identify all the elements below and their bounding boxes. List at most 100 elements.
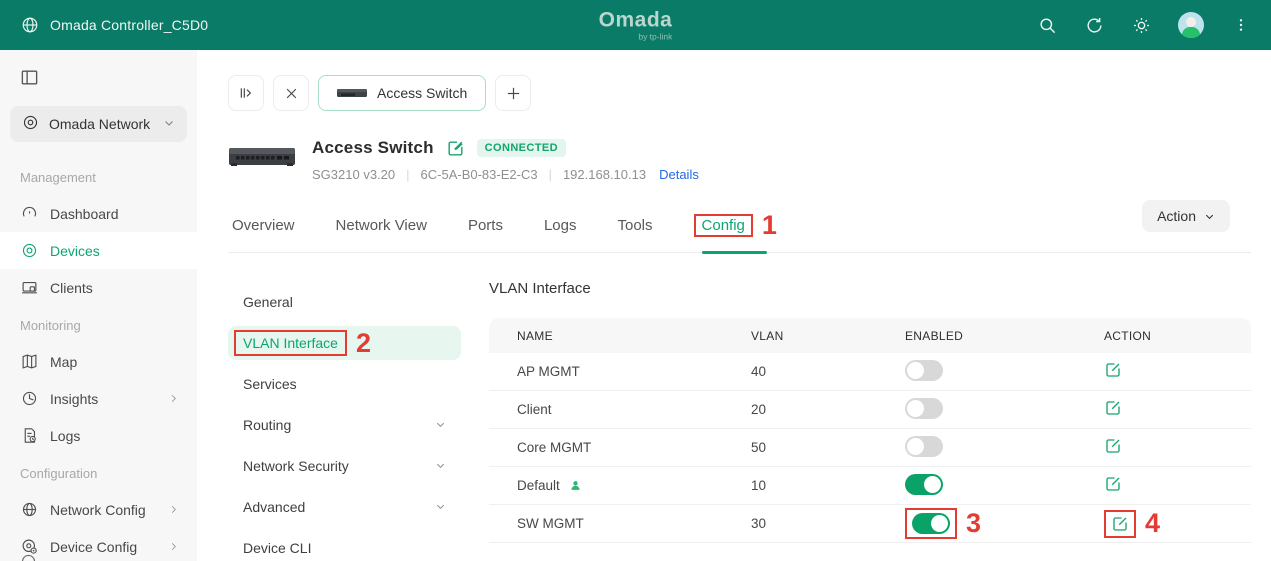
- enabled-toggle[interactable]: [905, 435, 943, 457]
- expand-panel-button[interactable]: [228, 75, 264, 111]
- tab-overview[interactable]: Overview: [232, 217, 295, 234]
- col-enabled: ENABLED: [905, 328, 964, 343]
- enabled-toggle[interactable]: [912, 513, 950, 534]
- subnav-item-advanced[interactable]: Advanced: [228, 490, 461, 524]
- col-action: ACTION: [1104, 328, 1152, 343]
- close-tab-button[interactable]: [273, 75, 309, 111]
- chevron-right-icon: [168, 539, 179, 555]
- clients-icon: [20, 279, 38, 297]
- site-selector[interactable]: Omada Network: [10, 106, 187, 142]
- tab-network-view[interactable]: Network View: [336, 217, 427, 234]
- edit-action-icon[interactable]: [1104, 399, 1122, 417]
- table-row: Core MGMT 50: [489, 429, 1251, 467]
- controller-title: Omada Controller_C5D0: [50, 17, 209, 33]
- device-ip: 192.168.10.13: [562, 167, 647, 182]
- device-header: Access Switch CONNECTED SG3210 v3.20 | 6…: [228, 138, 1251, 182]
- table-row: Default 10: [489, 467, 1251, 505]
- sidebar-item-insights[interactable]: Insights: [0, 380, 197, 417]
- sidebar: Omada Network Management Dashboard Devic…: [0, 50, 197, 561]
- config-subnav: General VLAN Interface 2 Services Routin…: [228, 274, 461, 561]
- annotation-box-2: VLAN Interface: [234, 330, 347, 356]
- main-panel: Access Switch Access Switch CONNECTED SG…: [197, 50, 1271, 561]
- chevron-down-icon: [435, 458, 446, 474]
- tab-logs[interactable]: Logs: [544, 217, 577, 234]
- col-vlan: VLAN: [751, 328, 784, 343]
- enabled-toggle[interactable]: [905, 359, 943, 381]
- sidebar-item-dashboard[interactable]: Dashboard: [0, 195, 197, 232]
- chevron-down-icon: [1205, 214, 1214, 219]
- table-row: Client 20: [489, 391, 1251, 429]
- edit-action-icon[interactable]: [1104, 475, 1122, 493]
- chevron-down-icon: [435, 417, 446, 433]
- chevron-right-icon: [168, 391, 179, 407]
- brightness-icon[interactable]: [1131, 15, 1151, 35]
- devices-icon: [20, 242, 38, 260]
- subnav-item-network-security[interactable]: Network Security: [228, 449, 461, 483]
- edit-action-icon[interactable]: [1111, 515, 1129, 533]
- section-label-management: Management: [20, 170, 96, 185]
- tab-config[interactable]: Config: [702, 217, 745, 234]
- subnav-item-vlan-interface[interactable]: VLAN Interface 2: [228, 326, 461, 360]
- globe-icon: [20, 15, 40, 35]
- map-icon: [20, 353, 38, 371]
- device-mac: 6C-5A-B0-83-E2-C3: [420, 167, 538, 182]
- chevron-down-icon: [435, 499, 446, 515]
- logs-icon: [20, 427, 38, 445]
- edit-action-icon[interactable]: [1104, 437, 1122, 455]
- pane-title: VLAN Interface: [489, 280, 591, 297]
- table-row: SW MGMT 30 3 4: [489, 505, 1251, 543]
- switch-device-image: [229, 148, 295, 166]
- insights-icon: [20, 390, 38, 408]
- edit-action-icon[interactable]: [1104, 361, 1122, 379]
- device-tab-label: Access Switch: [377, 85, 468, 101]
- section-label-monitoring: Monitoring: [20, 318, 81, 333]
- top-bar: Omada Controller_C5D0 Omada by tp-link: [0, 0, 1271, 50]
- user-avatar[interactable]: [1178, 12, 1204, 38]
- default-network-person-icon: [569, 479, 582, 492]
- subnav-item-routing[interactable]: Routing: [228, 408, 461, 442]
- details-link[interactable]: Details: [659, 167, 699, 182]
- status-badge: CONNECTED: [476, 139, 566, 157]
- active-tab-underline: [701, 251, 767, 254]
- more-menu-icon[interactable]: [1231, 15, 1251, 35]
- device-tabs: Overview Network View Ports Logs Tools C…: [228, 210, 1251, 254]
- chevron-right-icon: [168, 502, 179, 518]
- device-tab-access-switch[interactable]: Access Switch: [318, 75, 487, 111]
- tab-ports[interactable]: Ports: [468, 217, 503, 234]
- col-name: NAME: [517, 328, 553, 343]
- switch-thumbnail-icon: [337, 89, 367, 97]
- sidebar-item-clients[interactable]: Clients: [0, 269, 197, 306]
- enabled-toggle[interactable]: [905, 473, 943, 495]
- vlan-interface-pane: VLAN Interface NAME VLAN ENABLED ACTION …: [461, 274, 1251, 561]
- sidebar-item-logs[interactable]: Logs: [0, 417, 197, 454]
- omada-logo: Omada by tp-link: [598, 8, 673, 42]
- vlan-table: NAME VLAN ENABLED ACTION AP MGMT 40 Clie…: [489, 318, 1251, 543]
- annotation-box-1: Config: [693, 214, 753, 237]
- subnav-item-device-cli[interactable]: Device CLI: [228, 531, 461, 561]
- edit-device-name-icon[interactable]: [446, 139, 465, 158]
- annotation-box-4: [1104, 509, 1136, 538]
- site-name: Omada Network: [49, 116, 151, 132]
- annotation-box-3: [905, 508, 957, 539]
- device-tab-bar: Access Switch: [228, 75, 1251, 111]
- chevron-down-icon: [163, 116, 175, 132]
- action-button[interactable]: Action: [1142, 200, 1230, 232]
- refresh-icon[interactable]: [1084, 15, 1104, 35]
- sidebar-item-network-config[interactable]: Network Config: [0, 491, 197, 528]
- annotation-number-3: 3: [966, 508, 982, 538]
- annotation-number-1: 1: [761, 210, 777, 240]
- subnav-item-services[interactable]: Services: [228, 367, 461, 401]
- omada-app: Omada Controller_C5D0 Omada by tp-link O…: [0, 0, 1271, 561]
- gauge-icon: [20, 205, 38, 223]
- sidebar-collapse-icon[interactable]: [20, 68, 40, 88]
- sidebar-item-map[interactable]: Map: [0, 343, 197, 380]
- enabled-toggle[interactable]: [905, 397, 943, 419]
- network-config-globe-icon: [20, 501, 38, 519]
- tab-tools[interactable]: Tools: [617, 217, 652, 234]
- section-label-configuration: Configuration: [20, 466, 98, 481]
- subnav-item-general[interactable]: General: [228, 285, 461, 319]
- device-name: Access Switch: [312, 138, 434, 157]
- search-icon[interactable]: [1037, 15, 1057, 35]
- add-tab-button[interactable]: [495, 75, 532, 111]
- sidebar-item-devices[interactable]: Devices: [0, 232, 197, 269]
